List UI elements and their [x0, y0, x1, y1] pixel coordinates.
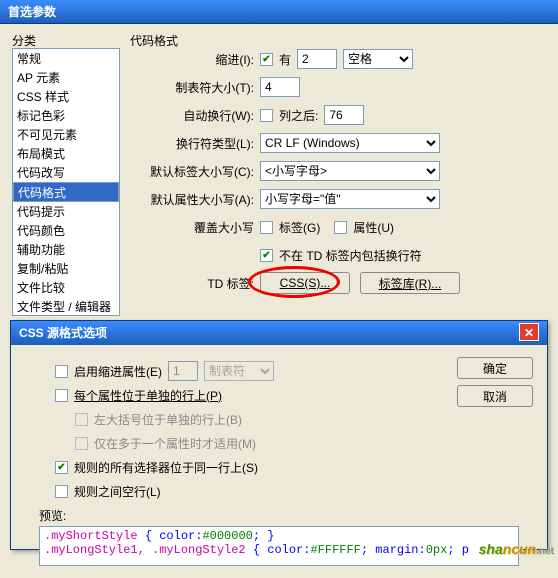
enable-indent-label: 启用缩进属性(E) [74, 363, 162, 380]
indent-checkbox[interactable]: ✔ [260, 53, 273, 66]
attrcase-label: 默认属性大小写(A): [130, 191, 260, 208]
notd-label: 不在 TD 标签内包括换行符 [279, 247, 422, 264]
blank-between-rules-checkbox[interactable] [55, 485, 68, 498]
category-item[interactable]: 辅助功能 [13, 240, 119, 259]
dialog-titlebar: CSS 源格式选项 ✕ [11, 321, 547, 345]
categories-label: 分类 [12, 32, 36, 49]
enable-indent-checkbox[interactable] [55, 365, 68, 378]
only-multi-prop-label: 仅在多于一个属性时才适用(M) [94, 435, 256, 452]
override-attr-label: 属性(U) [353, 219, 394, 236]
linebreak-select[interactable]: CR LF (Windows) [260, 133, 440, 153]
category-item[interactable]: 代码格式 [13, 182, 119, 202]
selectors-same-line-checkbox[interactable]: ✔ [55, 461, 68, 474]
form-area: 缩进(I): ✔ 有 空格 制表符大小(T): 自动换行(W): 列之后: 换行… [130, 48, 552, 300]
category-item[interactable]: 标记色彩 [13, 106, 119, 125]
tdtags-label: TD 标签: [130, 275, 260, 292]
indent-unit-select[interactable]: 空格 [343, 49, 413, 69]
category-listbox[interactable]: 常规AP 元素CSS 样式标记色彩不可见元素布局模式代码改写代码格式代码提示代码… [12, 48, 120, 316]
autowrap-checkbox[interactable] [260, 109, 273, 122]
preview-label: 预览: [39, 507, 533, 524]
selectors-same-line-label: 规则的所有选择器位于同一行上(S) [74, 459, 258, 476]
only-multi-prop-checkbox [75, 437, 88, 450]
prop-per-line-label: 每个属性位于单独的行上(P) [74, 387, 222, 404]
brace-sep-line-checkbox [75, 413, 88, 426]
preview-box: .myShortStyle { color:#000000; } .myLong… [39, 526, 519, 566]
override-label: 覆盖大小写 [130, 219, 260, 236]
prop-per-line-checkbox[interactable] [55, 389, 68, 402]
category-item[interactable]: 不可见元素 [13, 125, 119, 144]
category-item[interactable]: 文件类型 / 编辑器 [13, 297, 119, 316]
close-icon[interactable]: ✕ [519, 323, 539, 341]
tabsize-input[interactable] [260, 77, 300, 97]
indent-num-input [168, 361, 198, 381]
blank-between-rules-label: 规则之间空行(L) [74, 483, 161, 500]
category-item[interactable]: 布局模式 [13, 144, 119, 163]
attrcase-select[interactable]: 小写字母="值" [260, 189, 440, 209]
format-label: 代码格式 [130, 32, 178, 49]
tag-library-button[interactable]: 标签库(R)... [360, 272, 460, 294]
category-item[interactable]: CSS 样式 [13, 87, 119, 106]
override-attr-checkbox[interactable] [334, 221, 347, 234]
css-options-dialog: CSS 源格式选项 ✕ 确定 取消 启用缩进属性(E) 制表符 每个属性位于单独… [10, 320, 548, 550]
indent-unit-select2: 制表符 [204, 361, 274, 381]
category-item[interactable]: 复制/粘贴 [13, 259, 119, 278]
linebreak-label: 换行符类型(L): [130, 135, 260, 152]
brace-sep-line-label: 左大括号位于单独的行上(B) [94, 411, 242, 428]
autowrap-aftercol: 列之后: [279, 107, 318, 124]
category-item[interactable]: 代码颜色 [13, 221, 119, 240]
cancel-button[interactable]: 取消 [457, 385, 533, 407]
indent-label: 缩进(I): [130, 51, 260, 68]
autowrap-label: 自动换行(W): [130, 107, 260, 124]
category-item[interactable]: 常规 [13, 49, 119, 68]
tabsize-label: 制表符大小(T): [130, 79, 260, 96]
category-item[interactable]: AP 元素 [13, 68, 119, 87]
override-tag-checkbox[interactable] [260, 221, 273, 234]
indent-value-input[interactable] [297, 49, 337, 69]
ok-button[interactable]: 确定 [457, 357, 533, 379]
override-tag-label: 标签(G) [279, 219, 320, 236]
notd-checkbox[interactable]: ✔ [260, 249, 273, 262]
category-item[interactable]: 代码改写 [13, 163, 119, 182]
indent-you: 有 [279, 51, 291, 68]
main-titlebar: 首选参数 [0, 0, 558, 24]
dialog-title: CSS 源格式选项 [19, 321, 107, 345]
tagcase-label: 默认标签大小写(C): [130, 163, 260, 180]
tagcase-select[interactable]: <小写字母> [260, 161, 440, 181]
autowrap-value-input[interactable] [324, 105, 364, 125]
category-item[interactable]: 代码提示 [13, 202, 119, 221]
category-item[interactable]: 文件比较 [13, 278, 119, 297]
css-button[interactable]: CSS(S)... [260, 272, 350, 294]
